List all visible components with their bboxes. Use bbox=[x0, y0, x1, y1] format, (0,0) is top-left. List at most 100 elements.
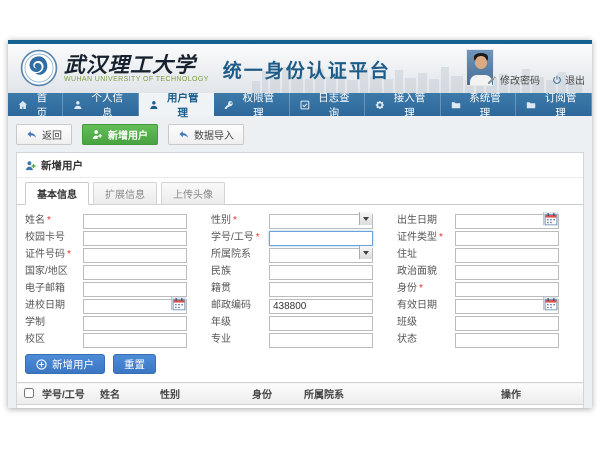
calendar-icon[interactable] bbox=[543, 212, 558, 225]
table-empty-row bbox=[17, 405, 583, 409]
field-input-6[interactable] bbox=[455, 231, 559, 246]
field-control bbox=[83, 211, 187, 226]
column-header-2: 姓名 bbox=[96, 383, 156, 405]
header-links: 修改密码 退出 bbox=[487, 72, 585, 87]
form-tab-1[interactable]: 基本信息 bbox=[25, 182, 89, 205]
data-import-button[interactable]: 数据导入 bbox=[168, 124, 244, 145]
key-icon bbox=[224, 100, 234, 110]
nav-tab-label: 权限管理 bbox=[238, 90, 279, 120]
field-input-5[interactable] bbox=[269, 231, 373, 246]
change-password-label: 修改密码 bbox=[500, 72, 540, 87]
form-tab-3[interactable]: 上传头像 bbox=[161, 182, 225, 205]
form-tab-2[interactable]: 扩展信息 bbox=[93, 182, 157, 205]
chevron-down-icon[interactable] bbox=[359, 246, 372, 259]
calendar-icon[interactable] bbox=[171, 297, 186, 310]
add-user-toolbar-button[interactable]: 新增用户 bbox=[82, 124, 158, 145]
reset-label: 重置 bbox=[124, 357, 145, 372]
field-input-9[interactable] bbox=[455, 248, 559, 263]
field-input-13[interactable] bbox=[83, 282, 187, 297]
university-logo bbox=[20, 49, 58, 87]
platform-title: 统一身份认证平台 bbox=[223, 54, 391, 83]
new-user-form: 姓名*性别*出生日期校园卡号学号/工号*证件类型*证件号码*所属院系住址国家/地… bbox=[17, 205, 583, 349]
nav-tab-2[interactable]: 个人信息 bbox=[63, 93, 139, 116]
field-control bbox=[83, 245, 187, 260]
university-name-cn: 武汉理工大学 bbox=[64, 53, 209, 76]
select-all-checkbox[interactable] bbox=[24, 388, 34, 398]
nav-tab-5[interactable]: 日志查询 bbox=[290, 93, 366, 116]
field-input-8[interactable] bbox=[269, 248, 373, 263]
nav-tab-1[interactable]: 首页 bbox=[8, 93, 63, 116]
add-user-toolbar-label: 新增用户 bbox=[108, 127, 148, 142]
field-label: 邮政编码 bbox=[211, 296, 269, 311]
field-label: 证件号码* bbox=[25, 245, 83, 260]
field-input-21[interactable] bbox=[455, 316, 559, 331]
field-control bbox=[83, 296, 187, 311]
field-label: 状态 bbox=[397, 330, 455, 345]
chevron-down-icon[interactable] bbox=[359, 212, 372, 225]
new-user-panel: 新增用户 基本信息扩展信息上传头像 姓名*性别*出生日期校园卡号学号/工号*证件… bbox=[16, 152, 584, 408]
field-input-4[interactable] bbox=[83, 231, 187, 246]
field-label: 民族 bbox=[211, 262, 269, 277]
reset-button[interactable]: 重置 bbox=[113, 354, 156, 374]
nav-tab-8[interactable]: 订阅管理 bbox=[516, 93, 592, 116]
person-plus-icon bbox=[92, 129, 103, 140]
back-arrow-icon bbox=[26, 129, 37, 140]
new-user-icon bbox=[25, 160, 36, 171]
logout-label: 退出 bbox=[565, 72, 585, 87]
column-header-3: 性别 bbox=[156, 383, 248, 405]
field-input-23[interactable] bbox=[269, 333, 373, 348]
field-label: 性别* bbox=[211, 211, 269, 226]
field-input-1[interactable] bbox=[83, 214, 187, 229]
field-control bbox=[269, 228, 373, 243]
field-label: 籍贯 bbox=[211, 279, 269, 294]
nav-tab-label: 订阅管理 bbox=[540, 90, 581, 120]
field-label: 班级 bbox=[397, 313, 455, 328]
nav-tab-7[interactable]: 系统管理 bbox=[441, 93, 517, 116]
field-control bbox=[455, 211, 559, 226]
back-button-label: 返回 bbox=[42, 127, 62, 142]
required-asterisk: * bbox=[47, 215, 51, 226]
field-control bbox=[269, 211, 373, 226]
field-input-14[interactable] bbox=[269, 282, 373, 297]
page-background: 武汉理工大学 WUHAN UNIVERSITY OF TECHNOLOGY 统一… bbox=[0, 0, 600, 450]
calendar-icon[interactable] bbox=[543, 297, 558, 310]
field-input-22[interactable] bbox=[83, 333, 187, 348]
nav-tab-label: 用户管理 bbox=[162, 90, 203, 120]
logout-link[interactable]: 退出 bbox=[552, 72, 585, 87]
form-field: 学制 bbox=[25, 313, 187, 328]
form-field: 有效日期 bbox=[397, 296, 559, 311]
field-label: 年级 bbox=[211, 313, 269, 328]
field-label: 证件类型* bbox=[397, 228, 455, 243]
field-label: 校园卡号 bbox=[25, 228, 83, 243]
field-input-12[interactable] bbox=[455, 265, 559, 280]
field-label: 国家/地区 bbox=[25, 262, 83, 277]
nav-tab-4[interactable]: 权限管理 bbox=[214, 93, 290, 116]
field-input-20[interactable] bbox=[269, 316, 373, 331]
nav-tab-label: 首页 bbox=[32, 90, 52, 120]
field-label: 进校日期 bbox=[25, 296, 83, 311]
field-input-17[interactable] bbox=[269, 299, 373, 314]
required-asterisk: * bbox=[256, 232, 260, 243]
field-input-11[interactable] bbox=[269, 265, 373, 280]
main-nav: 首页个人信息用户管理权限管理日志查询接入管理系统管理订阅管理 bbox=[8, 93, 592, 116]
field-input-15[interactable] bbox=[455, 282, 559, 297]
form-field: 校园卡号 bbox=[25, 228, 187, 243]
form-field: 身份* bbox=[397, 279, 559, 294]
field-input-2[interactable] bbox=[269, 214, 373, 229]
submit-add-user-button[interactable]: 新增用户 bbox=[25, 354, 105, 374]
form-field: 籍贯 bbox=[211, 279, 373, 294]
field-input-24[interactable] bbox=[455, 333, 559, 348]
change-password-link[interactable]: 修改密码 bbox=[487, 72, 540, 87]
nav-tab-6[interactable]: 接入管理 bbox=[365, 93, 441, 116]
person-icon bbox=[73, 100, 83, 110]
home-icon bbox=[18, 100, 28, 110]
field-control bbox=[269, 330, 373, 345]
field-input-19[interactable] bbox=[83, 316, 187, 331]
back-button[interactable]: 返回 bbox=[16, 124, 72, 145]
field-label: 专业 bbox=[211, 330, 269, 345]
form-field: 专业 bbox=[211, 330, 373, 345]
field-input-7[interactable] bbox=[83, 248, 187, 263]
field-input-10[interactable] bbox=[83, 265, 187, 280]
nav-tab-3[interactable]: 用户管理 bbox=[139, 93, 215, 116]
field-label: 姓名* bbox=[25, 211, 83, 226]
